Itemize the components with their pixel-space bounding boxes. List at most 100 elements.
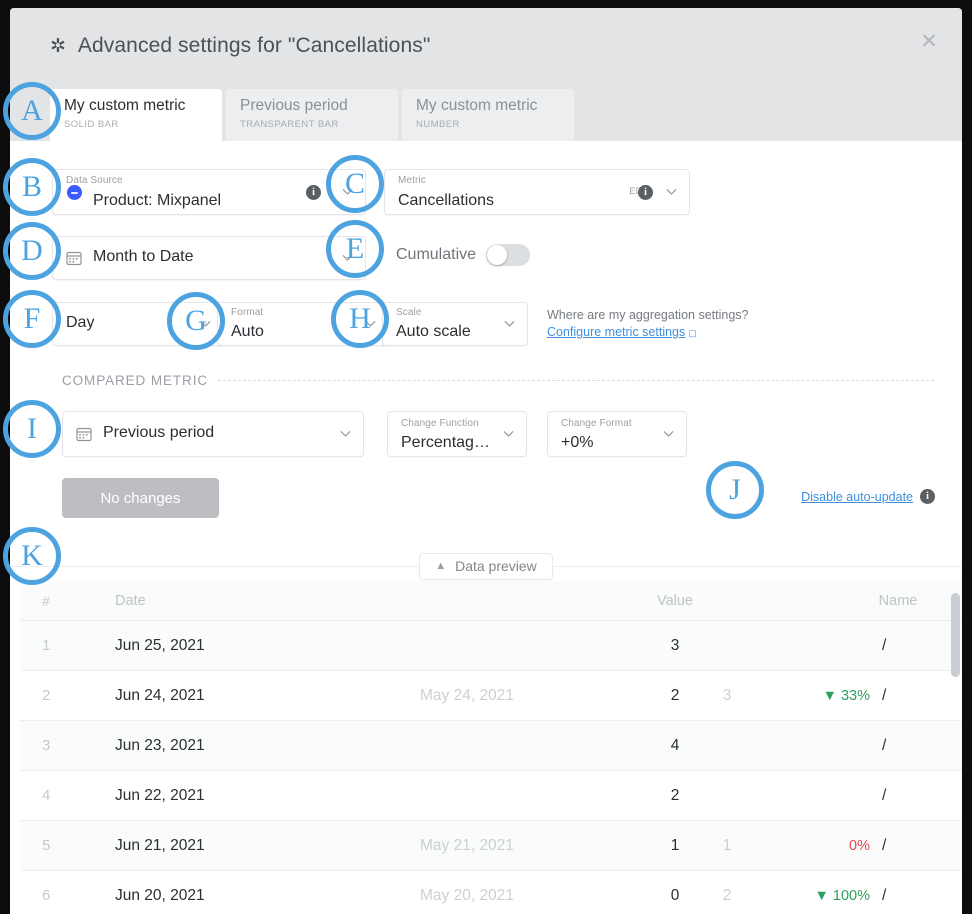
data-source-select[interactable]: Data Source Product: Mixpanel i (52, 169, 366, 215)
format-label: Format (231, 307, 264, 318)
info-icon[interactable]: i (306, 185, 321, 200)
modal-body: Data Source Product: Mixpanel i Metric C… (10, 141, 962, 914)
table-scrollbar[interactable] (951, 581, 960, 914)
row-index: 3 (42, 737, 51, 754)
advanced-settings-modal: ✲ Advanced settings for "Cancellations" … (10, 8, 962, 914)
metric-select[interactable]: Metric Cancellations EDIT i (384, 169, 690, 215)
table-header-row: # Date Value Name (20, 581, 962, 621)
cumulative-toggle-group[interactable]: Cumulative (396, 244, 531, 266)
data-preview-toggle[interactable]: ▲ Data preview (419, 552, 553, 580)
change-format-select[interactable]: Change Format +0% (547, 411, 687, 457)
disable-auto-update-link[interactable]: Disable auto-update (801, 490, 913, 504)
row-name: / (882, 686, 887, 704)
divider-right (552, 565, 962, 567)
tab-previous-period[interactable]: Previous period TRANSPARENT BAR (226, 89, 398, 141)
row-compare-value: 2 (722, 886, 732, 904)
table-row[interactable]: 2 Jun 24, 2021 May 24, 2021 2 3 ▼ 33% / (20, 671, 962, 721)
row-change: 0% (849, 837, 870, 854)
external-link-icon: ▢ (688, 328, 697, 338)
row-name: / (882, 636, 887, 654)
aggregation-question: Where are my aggregation settings? (547, 308, 749, 322)
divider-left (10, 565, 420, 567)
tab-label: My custom metric (64, 97, 186, 114)
row-date: Jun 25, 2021 (115, 636, 205, 654)
row-compare-value: 3 (722, 686, 732, 704)
tab-subtitle: NUMBER (416, 119, 460, 130)
cumulative-label: Cumulative (396, 246, 477, 263)
row-date: Jun 24, 2021 (115, 686, 205, 704)
chevron-down-icon (365, 320, 376, 327)
row-change: ▼ 100% (814, 887, 870, 904)
row-value: 3 (670, 636, 680, 654)
compared-metric-section-header: COMPARED METRIC (62, 373, 934, 388)
chevron-down-icon (340, 430, 351, 437)
chevron-down-icon (504, 320, 515, 327)
aggregation-help: Where are my aggregation settings? Confi… (547, 308, 749, 341)
info-icon[interactable]: i (920, 489, 935, 504)
tab-my-custom-metric-number[interactable]: My custom metric NUMBER (402, 89, 574, 141)
configure-metric-settings-link[interactable]: Configure metric settings (547, 325, 685, 339)
row-name: / (882, 836, 887, 854)
divider (218, 380, 934, 381)
screen-frame: ✲ Advanced settings for "Cancellations" … (0, 0, 972, 914)
page-title: Advanced settings for "Cancellations" (77, 34, 431, 57)
chevron-down-icon (503, 430, 514, 437)
interval-select[interactable]: Day (52, 302, 224, 346)
row-name: / (882, 886, 887, 904)
scale-select[interactable]: Scale Auto scale (382, 302, 528, 346)
table-row[interactable]: 4 Jun 22, 2021 2 / (20, 771, 962, 821)
change-function-label: Change Function (401, 418, 479, 429)
title-group: ✲ Advanced settings for "Cancellations" (50, 34, 430, 58)
row-date: Jun 22, 2021 (115, 786, 205, 804)
row-compare-date: May 21, 2021 (420, 836, 514, 854)
date-range-value: Month to Date (93, 248, 194, 265)
change-format-value: +0% (561, 434, 594, 451)
tab-bar: My custom metric SOLID BAR Previous peri… (10, 82, 962, 141)
column-header-index: # (42, 592, 50, 609)
date-range-select[interactable]: Month to Date (52, 236, 366, 280)
data-preview-table: # Date Value Name 1 Jun 25, 2021 3 / 2 J… (20, 581, 962, 914)
row-name: / (882, 736, 887, 754)
chevron-down-icon (663, 430, 674, 437)
change-format-label: Change Format (561, 418, 632, 429)
row-compare-date: May 24, 2021 (420, 686, 514, 704)
row-change: ▼ 33% (822, 687, 870, 704)
table-row[interactable]: 3 Jun 23, 2021 4 / (20, 721, 962, 771)
row-value: 4 (670, 736, 680, 754)
scale-value: Auto scale (396, 323, 471, 340)
info-icon[interactable]: i (638, 185, 653, 200)
change-function-value: Percentag… (401, 434, 490, 451)
data-preview-divider: ▲ Data preview (10, 551, 962, 581)
tab-subtitle: TRANSPARENT BAR (240, 119, 339, 130)
row-value: 0 (670, 886, 680, 904)
cumulative-switch[interactable] (486, 244, 531, 266)
table-row[interactable]: 5 Jun 21, 2021 May 21, 2021 1 1 0% / (20, 821, 962, 871)
no-changes-button[interactable]: No changes (62, 478, 219, 518)
tab-my-custom-metric-solid-bar[interactable]: My custom metric SOLID BAR (50, 89, 222, 141)
column-header-value: Value (656, 592, 693, 609)
change-function-select[interactable]: Change Function Percentag… (387, 411, 527, 457)
metric-label: Metric (398, 175, 426, 186)
format-value: Auto (231, 323, 264, 340)
modal-header: ✲ Advanced settings for "Cancellations" … (10, 8, 962, 82)
row-date: Jun 21, 2021 (115, 836, 205, 854)
row-date: Jun 23, 2021 (115, 736, 205, 754)
column-header-name: Name (878, 592, 918, 609)
chevron-down-icon (200, 320, 211, 327)
row-value: 2 (670, 786, 680, 804)
scrollbar-thumb[interactable] (951, 593, 960, 677)
comparison-period-select[interactable]: Previous period (62, 411, 364, 457)
row-index: 4 (42, 787, 51, 804)
table-row[interactable]: 1 Jun 25, 2021 3 / (20, 621, 962, 671)
scale-label: Scale (396, 307, 422, 318)
close-icon[interactable]: ✕ (914, 26, 944, 56)
metric-value: Cancellations (398, 192, 495, 209)
row-name: / (882, 786, 887, 804)
row-value: 2 (670, 686, 680, 704)
format-select[interactable]: Format Auto (217, 302, 389, 346)
tab-label: My custom metric (416, 97, 538, 114)
row-compare-value: 1 (722, 836, 732, 854)
chevron-down-icon (342, 254, 353, 261)
column-header-date: Date (115, 592, 146, 609)
table-row[interactable]: 6 Jun 20, 2021 May 20, 2021 0 2 ▼ 100% / (20, 871, 962, 914)
